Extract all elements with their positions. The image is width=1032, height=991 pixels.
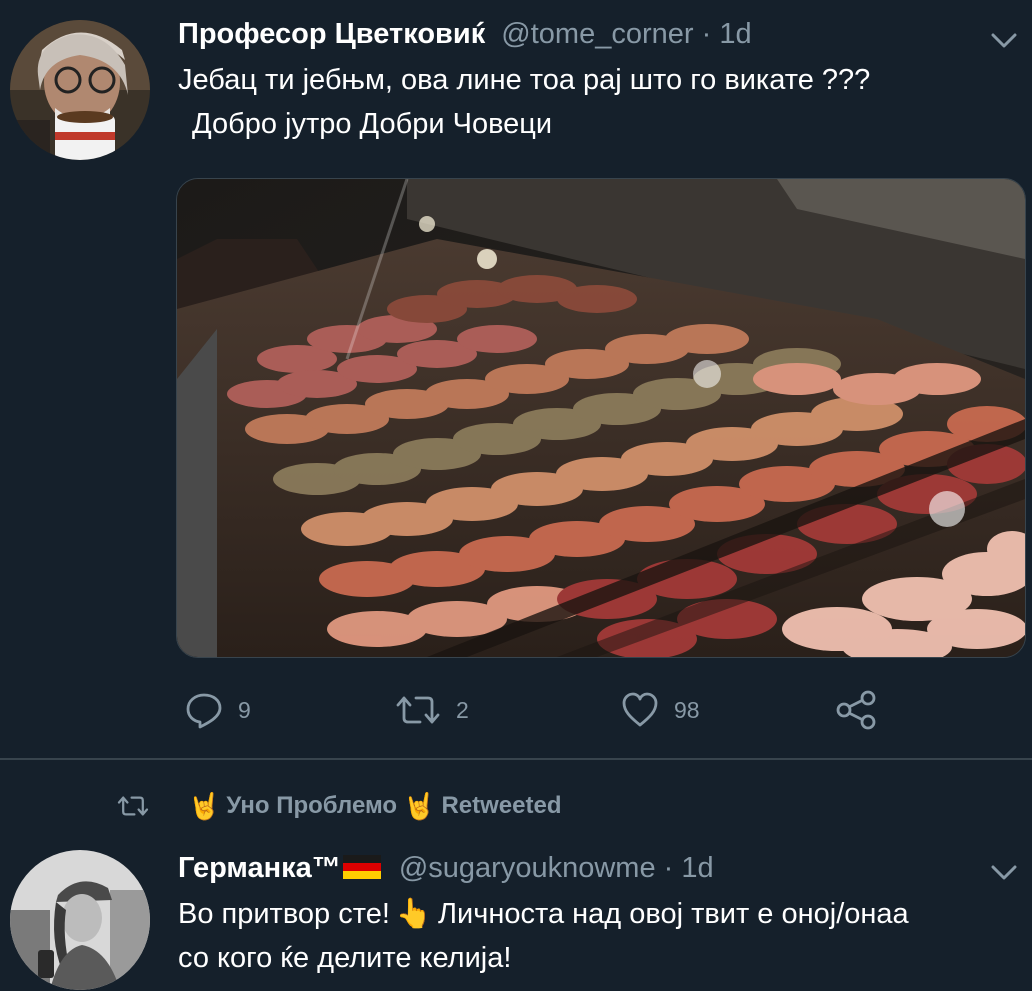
- avatar-photo: [10, 850, 150, 990]
- tweet-2[interactable]: Германка™ @sugaryouknowme · 1d Во притво…: [0, 0, 1032, 991]
- timestamp[interactable]: 1d: [681, 852, 713, 884]
- avatar[interactable]: [10, 850, 150, 990]
- tweet-text-part: Во притвор сте!: [178, 898, 390, 930]
- point-up-emoji: 👆: [395, 898, 432, 930]
- tweet-text-line-1: Во притвор сте! 👆 Личноста над овој твит е…: [178, 892, 909, 936]
- tweet-text-part: Личноста над овој твит е оној/онаа: [438, 898, 909, 930]
- separator: ·: [663, 852, 674, 884]
- chevron-down-icon[interactable]: [986, 854, 1022, 890]
- handle[interactable]: @sugaryouknowme: [399, 852, 656, 884]
- tweet-header: Германка™ @sugaryouknowme · 1d: [178, 850, 714, 886]
- germany-flag-emoji: [342, 855, 381, 879]
- display-name[interactable]: Германка™: [178, 852, 341, 884]
- tweet-text-line-2: со кого ќе делите келија!: [178, 942, 512, 974]
